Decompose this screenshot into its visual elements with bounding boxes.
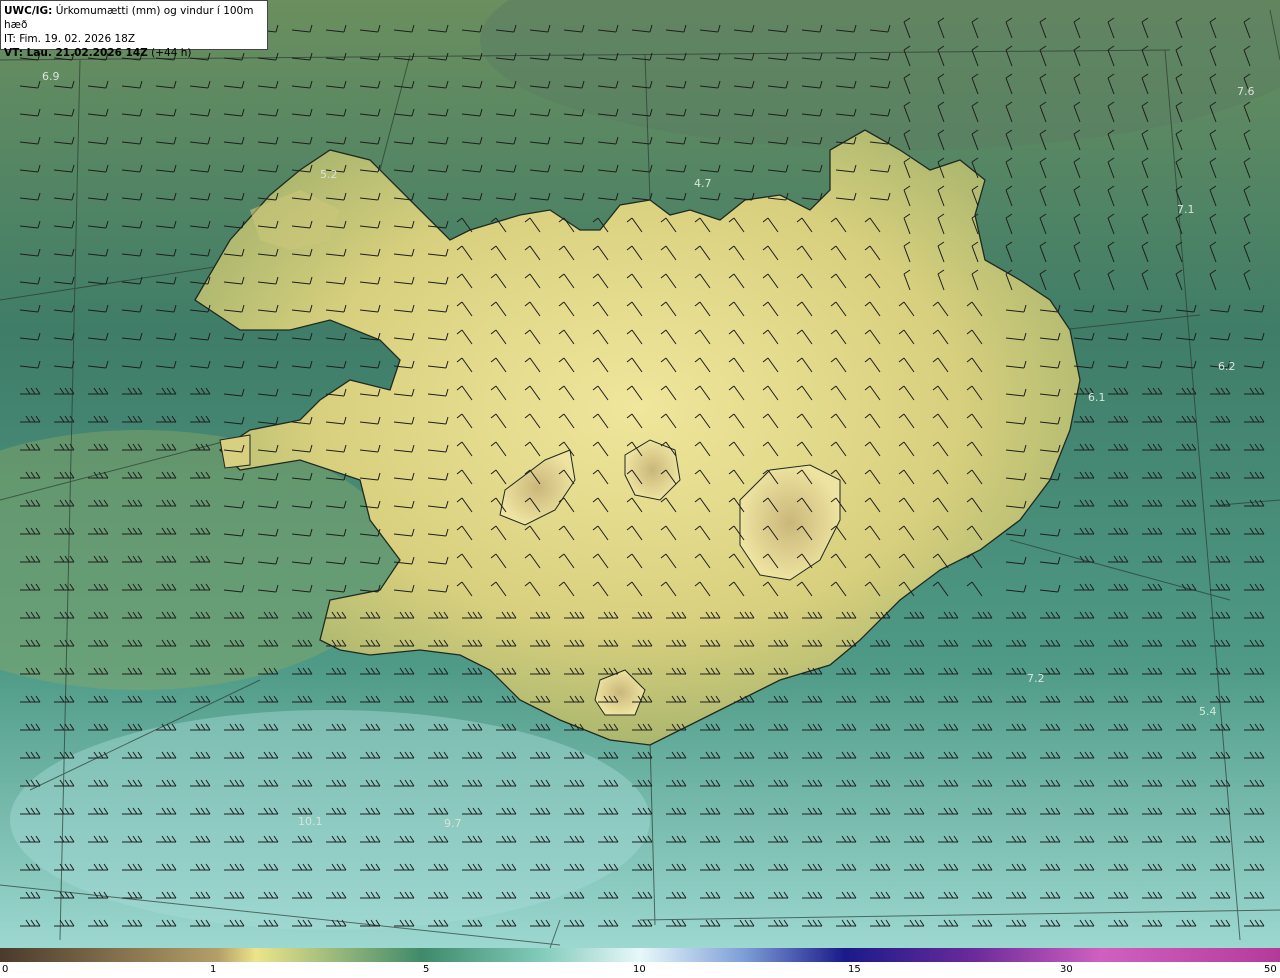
point-value: 9.7 <box>444 817 462 830</box>
point-value: 10.1 <box>298 815 323 828</box>
colorbar-tick-label: 1 <box>210 964 217 975</box>
valid-time: VT: Lau. 21.02.2026 14Z <box>4 47 148 59</box>
point-value: 6.1 <box>1088 391 1106 404</box>
point-value: 7.2 <box>1027 672 1045 685</box>
point-value: 4.7 <box>694 177 712 190</box>
map-header: UWC/IG: Úrkomumætti (mm) og vindur í 100… <box>0 0 268 59</box>
precipitation-map: 6.9 5.2 4.7 7.6 7.1 6.2 6.1 7.2 5.4 10.1 9.7 <box>0 0 1280 948</box>
sea-band-southwest <box>10 710 650 930</box>
point-value: 5.2 <box>320 168 338 181</box>
point-value: 6.2 <box>1218 360 1236 373</box>
point-value: 5.4 <box>1199 705 1217 718</box>
colorbar-tick-label: 50 <box>1264 964 1277 975</box>
point-value: 7.6 <box>1237 85 1255 98</box>
point-value: 6.9 <box>42 70 60 83</box>
point-value: 7.1 <box>1177 203 1195 216</box>
colorbar-tick-label: 30 <box>1060 964 1073 975</box>
colorbar-tick-label: 15 <box>848 964 861 975</box>
initial-time: IT: Fim. 19. 02. 2026 18Z <box>4 33 136 45</box>
colorbar-tick-label: 10 <box>633 964 646 975</box>
colorbar-tick-label: 5 <box>423 964 430 975</box>
valid-offset: (+44 h) <box>151 47 192 59</box>
colorbar-tick-label: 0 <box>2 964 9 975</box>
colorbar <box>0 948 1280 962</box>
colorbar-ticks: 0 1 5 10 15 30 50 <box>0 962 1280 978</box>
model-label: UWC/IG: <box>4 5 53 17</box>
